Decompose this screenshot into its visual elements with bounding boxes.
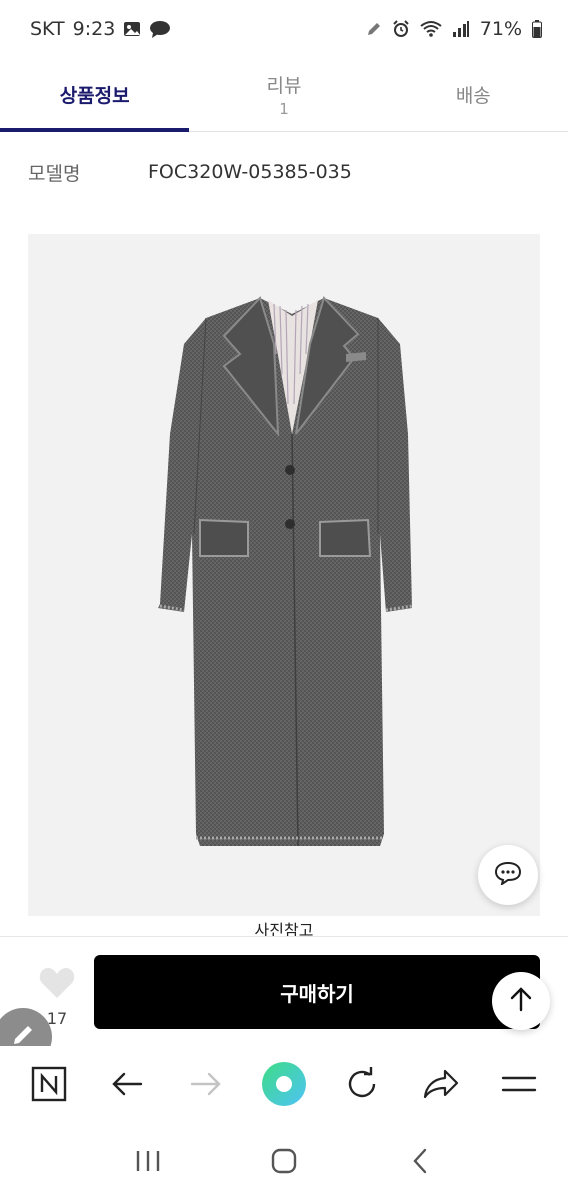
chat-bubble-icon (149, 20, 171, 38)
arrow-right-icon (190, 1071, 222, 1101)
browser-toolbar (0, 1046, 568, 1126)
signal-icon (452, 21, 470, 37)
chevron-left-icon (410, 1147, 430, 1179)
tab-label: 리뷰 (266, 75, 302, 97)
coat-illustration (158, 296, 413, 847)
forward-button[interactable] (178, 1058, 234, 1114)
back-nav-button[interactable] (390, 1133, 450, 1193)
alarm-icon (392, 20, 410, 38)
tab-label: 상품정보 (59, 85, 130, 107)
model-row: 모델명 FOC320W-05385-035 (28, 150, 540, 194)
heart-icon (39, 967, 75, 1003)
pen-icon (366, 21, 382, 37)
refresh-button[interactable] (334, 1058, 390, 1114)
green-dot-button[interactable] (256, 1058, 312, 1114)
home-icon (270, 1147, 298, 1179)
battery-text: 71% (479, 18, 522, 40)
green-circle-icon (260, 1060, 308, 1112)
carrier-text: SKT (30, 18, 65, 40)
refresh-icon (345, 1067, 379, 1105)
hamburger-icon (501, 1073, 537, 1099)
model-value: FOC320W-05385-035 (148, 161, 352, 183)
review-count: 1 (279, 100, 289, 118)
purchase-bar: 17 구매하기 (0, 936, 568, 1046)
buy-button[interactable]: 구매하기 (94, 955, 540, 1029)
back-button[interactable] (99, 1058, 155, 1114)
tab-product-info[interactable]: 상품정보 (0, 58, 190, 132)
naver-home-button[interactable] (21, 1058, 77, 1114)
tab-label: 배송 (455, 85, 491, 107)
gallery-icon (123, 21, 141, 37)
chat-icon (494, 861, 522, 889)
share-button[interactable] (413, 1058, 469, 1114)
image-caption: 사진참고 (254, 921, 314, 936)
recent-apps-icon (135, 1149, 161, 1177)
tab-reviews[interactable]: 리뷰 1 (189, 58, 378, 131)
time-text: 9:23 (72, 18, 116, 40)
recent-apps-button[interactable] (118, 1133, 178, 1193)
model-label: 모델명 (28, 162, 81, 185)
tab-shipping[interactable]: 배송 (379, 58, 568, 131)
share-arrow-icon (423, 1069, 459, 1103)
android-nav-bar (0, 1126, 568, 1200)
status-bar: SKT 9:23 71% (0, 0, 568, 58)
menu-button[interactable] (491, 1058, 547, 1114)
home-button[interactable] (254, 1133, 314, 1193)
product-tabs: 상품정보 리뷰 1 배송 (0, 58, 568, 132)
wifi-icon (420, 20, 442, 38)
battery-icon (532, 20, 542, 38)
arrow-left-icon (111, 1071, 143, 1101)
naver-n-icon (31, 1066, 67, 1106)
arrow-up-icon (508, 986, 534, 1016)
chat-button[interactable] (478, 845, 538, 905)
product-image[interactable] (28, 234, 540, 916)
scroll-top-button[interactable] (492, 972, 550, 1030)
